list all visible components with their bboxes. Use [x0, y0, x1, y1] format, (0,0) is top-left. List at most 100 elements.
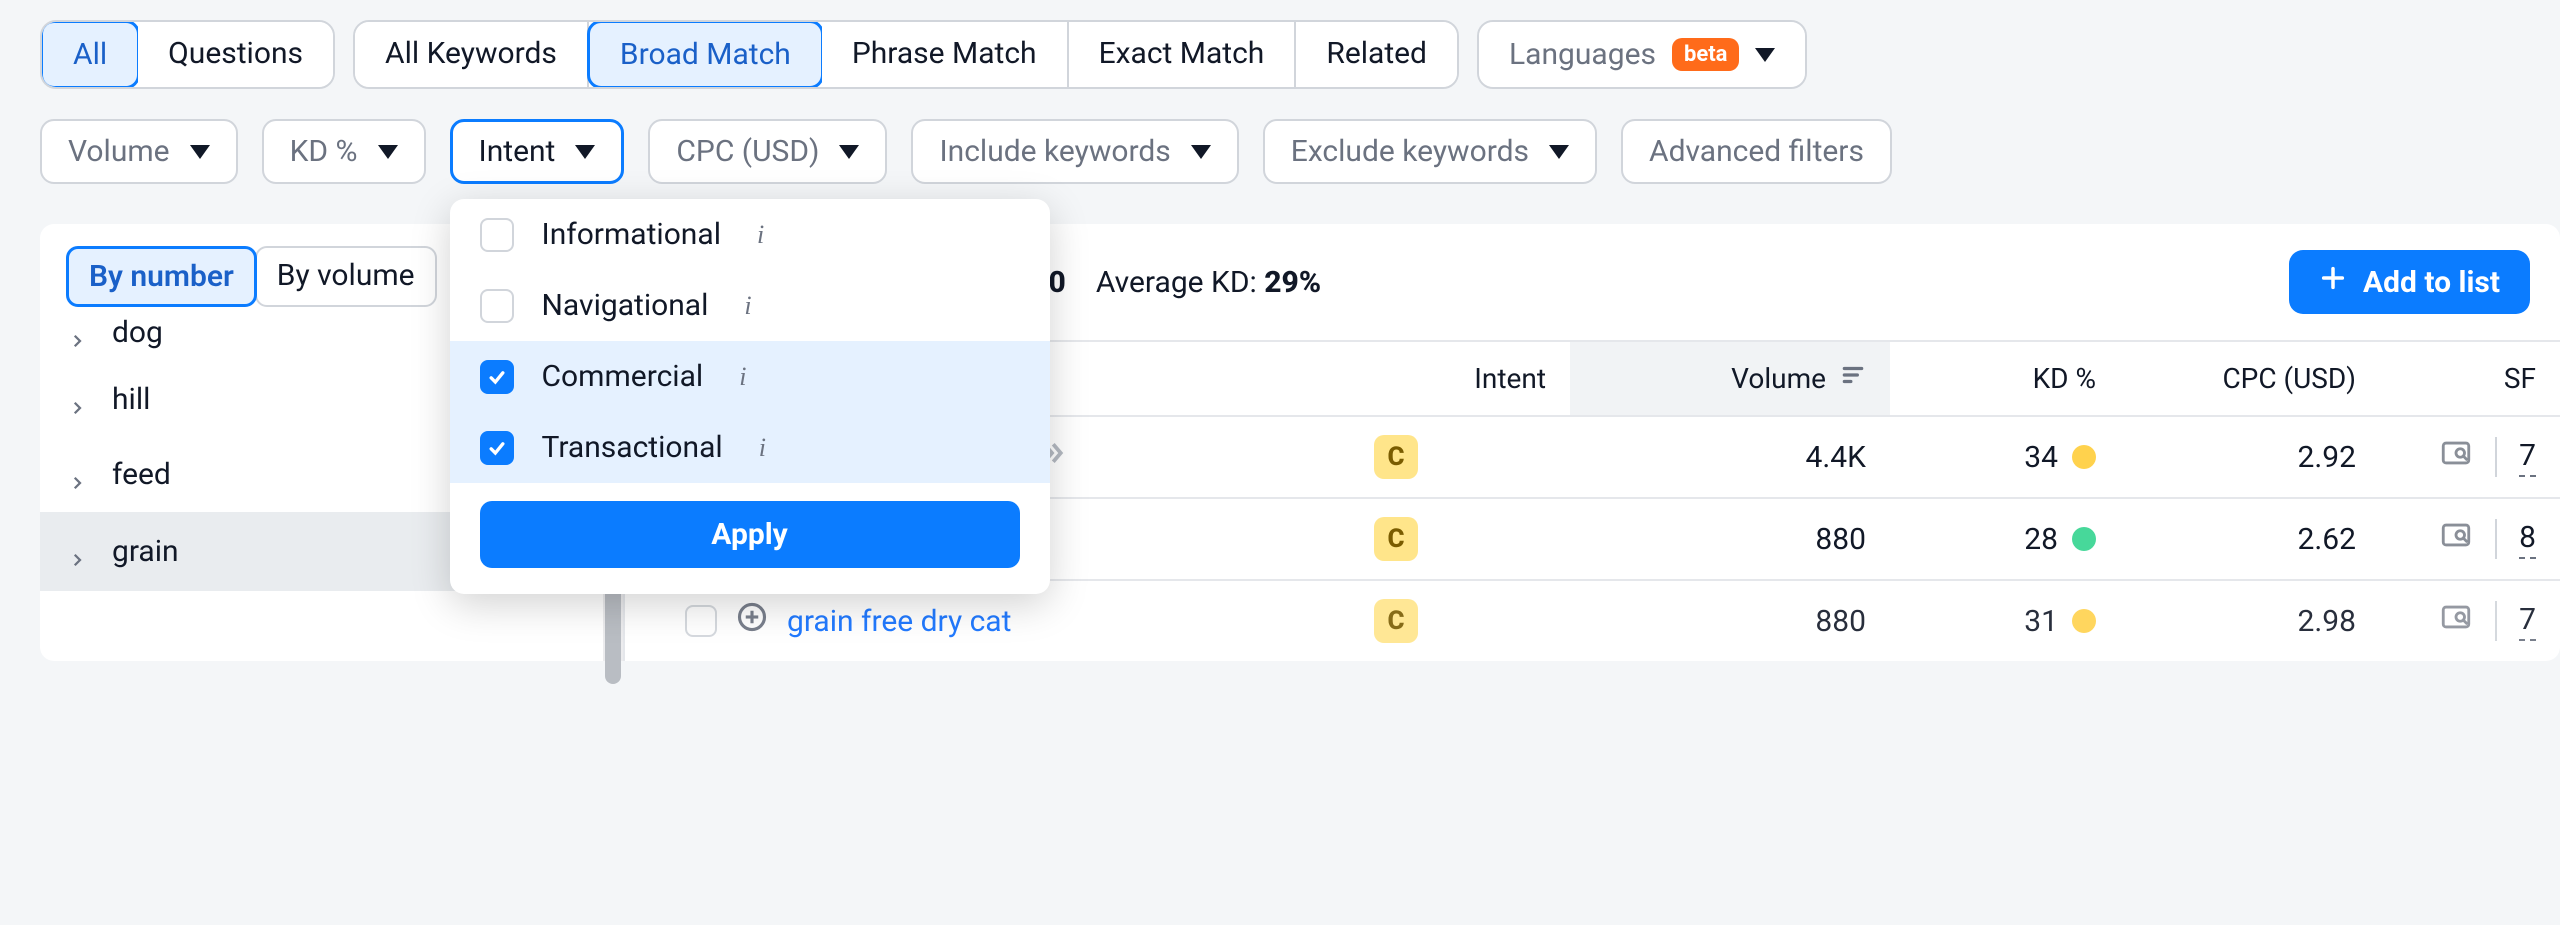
- chevron-down-icon: [575, 145, 595, 159]
- filter-cpc[interactable]: CPC (USD): [648, 119, 887, 184]
- cell-sf: 7: [2380, 436, 2560, 478]
- info-icon[interactable]: i: [744, 291, 751, 321]
- chevron-down-icon: [190, 145, 210, 159]
- tab-questions[interactable]: Questions: [138, 22, 333, 87]
- filter-kd-label: KD %: [290, 134, 358, 169]
- chevron-down-icon: [1191, 145, 1211, 159]
- sf-count[interactable]: 7: [2519, 438, 2536, 477]
- filter-include-keywords[interactable]: Include keywords: [911, 119, 1238, 184]
- chevron-right-icon: [68, 324, 86, 342]
- col-cpc[interactable]: CPC (USD): [2120, 342, 2380, 415]
- apply-button[interactable]: Apply: [480, 501, 1020, 568]
- kd-difficulty-dot: [2072, 609, 2096, 633]
- intent-badge: C: [1374, 599, 1418, 643]
- chevron-right-icon: [68, 543, 86, 561]
- match-tab-group: All Keywords Broad Match Phrase Match Ex…: [353, 20, 1459, 89]
- plus-icon: [2319, 264, 2347, 300]
- intent-option-informational[interactable]: Informational i: [450, 199, 1050, 270]
- cell-kd: 31: [1890, 604, 2120, 639]
- tab-phrase-match[interactable]: Phrase Match: [822, 22, 1069, 87]
- checkbox-checked-icon[interactable]: [480, 431, 514, 465]
- filter-volume[interactable]: Volume: [40, 119, 238, 184]
- group-name: grain: [112, 534, 482, 569]
- intent-option-transactional[interactable]: Transactional i: [450, 412, 1050, 483]
- cell-sf: 7: [2380, 600, 2560, 642]
- info-icon[interactable]: i: [739, 362, 746, 392]
- tab-all-keywords[interactable]: All Keywords: [355, 22, 589, 87]
- checkbox-icon[interactable]: [480, 218, 514, 252]
- sort-by-number-tab[interactable]: By number: [66, 246, 257, 307]
- kd-difficulty-dot: [2072, 445, 2096, 469]
- intent-dropdown: Informational i Navigational i Commercia…: [450, 199, 1050, 594]
- checkbox-checked-icon[interactable]: [480, 360, 514, 394]
- row-checkbox[interactable]: [685, 605, 717, 637]
- info-icon[interactable]: i: [759, 433, 766, 463]
- scope-tab-group: All Questions: [40, 20, 335, 89]
- languages-label: Languages: [1509, 37, 1656, 72]
- sort-desc-icon: [1840, 362, 1866, 395]
- results-panel: By number By volume dog 5,285 hill 5,099: [40, 224, 2560, 661]
- option-label: Transactional: [542, 430, 723, 465]
- info-icon[interactable]: i: [757, 220, 764, 250]
- chevron-right-icon: [68, 466, 86, 484]
- checkbox-icon[interactable]: [480, 289, 514, 323]
- serp-features-icon[interactable]: [2439, 518, 2473, 560]
- beta-badge: beta: [1672, 38, 1739, 71]
- filter-include-label: Include keywords: [939, 134, 1170, 169]
- cell-kd: 34: [1890, 440, 2120, 475]
- add-to-list-button[interactable]: Add to list: [2289, 250, 2530, 314]
- chevron-right-icon: [68, 391, 86, 409]
- option-label: Informational: [542, 217, 721, 252]
- filter-advanced[interactable]: Advanced filters: [1621, 119, 1892, 184]
- filters-row: Volume KD % Intent Informational i N: [40, 119, 2560, 184]
- filter-exclude-label: Exclude keywords: [1291, 134, 1529, 169]
- chevron-down-icon: [378, 145, 398, 159]
- col-kd[interactable]: KD %: [1890, 342, 2120, 415]
- col-sf[interactable]: SF: [2380, 342, 2560, 415]
- chevron-down-icon: [1549, 145, 1569, 159]
- filter-exclude-keywords[interactable]: Exclude keywords: [1263, 119, 1597, 184]
- option-label: Navigational: [542, 288, 709, 323]
- cell-cpc: 2.98: [2120, 604, 2380, 639]
- top-tabs-row: All Questions All Keywords Broad Match P…: [40, 20, 2560, 89]
- divider: [2495, 437, 2497, 477]
- cell-cpc: 2.92: [2120, 440, 2380, 475]
- filter-advanced-label: Advanced filters: [1649, 134, 1864, 169]
- intent-badge: C: [1374, 435, 1418, 479]
- languages-dropdown[interactable]: Languages beta: [1477, 20, 1807, 89]
- avg-kd-value: 29%: [1264, 265, 1321, 300]
- cell-volume: 880: [1570, 604, 1890, 639]
- filter-kd[interactable]: KD %: [262, 119, 426, 184]
- filter-intent[interactable]: Intent: [450, 119, 625, 184]
- sf-count[interactable]: 7: [2519, 602, 2536, 641]
- tab-exact-match[interactable]: Exact Match: [1069, 22, 1297, 87]
- col-intent[interactable]: Intent: [1350, 342, 1570, 415]
- chevron-down-icon: [1755, 48, 1775, 62]
- cell-sf: 8: [2380, 518, 2560, 560]
- cell-kd: 28: [1890, 522, 2120, 557]
- filter-volume-label: Volume: [68, 134, 170, 169]
- serp-features-icon[interactable]: [2439, 436, 2473, 478]
- add-to-list-label: Add to list: [2363, 265, 2500, 300]
- sort-by-volume-tab[interactable]: By volume: [255, 246, 437, 307]
- filter-cpc-label: CPC (USD): [676, 134, 819, 169]
- tab-all[interactable]: All: [40, 20, 140, 89]
- keyword-link[interactable]: grain free dry cat: [787, 604, 1011, 639]
- tab-broad-match[interactable]: Broad Match: [587, 20, 824, 89]
- filter-intent-label: Intent: [479, 134, 556, 169]
- divider: [2495, 519, 2497, 559]
- intent-badge: C: [1374, 517, 1418, 561]
- intent-option-commercial[interactable]: Commercial i: [450, 341, 1050, 412]
- cell-volume: 4.4K: [1570, 440, 1890, 475]
- chevron-down-icon: [839, 145, 859, 159]
- col-volume[interactable]: Volume: [1570, 342, 1890, 415]
- average-kd: Average KD: 29%: [1096, 265, 1321, 300]
- sf-count[interactable]: 8: [2519, 520, 2536, 559]
- intent-option-navigational[interactable]: Navigational i: [450, 270, 1050, 341]
- option-label: Commercial: [542, 359, 704, 394]
- cell-cpc: 2.62: [2120, 522, 2380, 557]
- avg-kd-label: Average KD:: [1096, 265, 1264, 300]
- tab-related[interactable]: Related: [1296, 22, 1457, 87]
- add-keyword-icon[interactable]: [737, 602, 767, 640]
- serp-features-icon[interactable]: [2439, 600, 2473, 642]
